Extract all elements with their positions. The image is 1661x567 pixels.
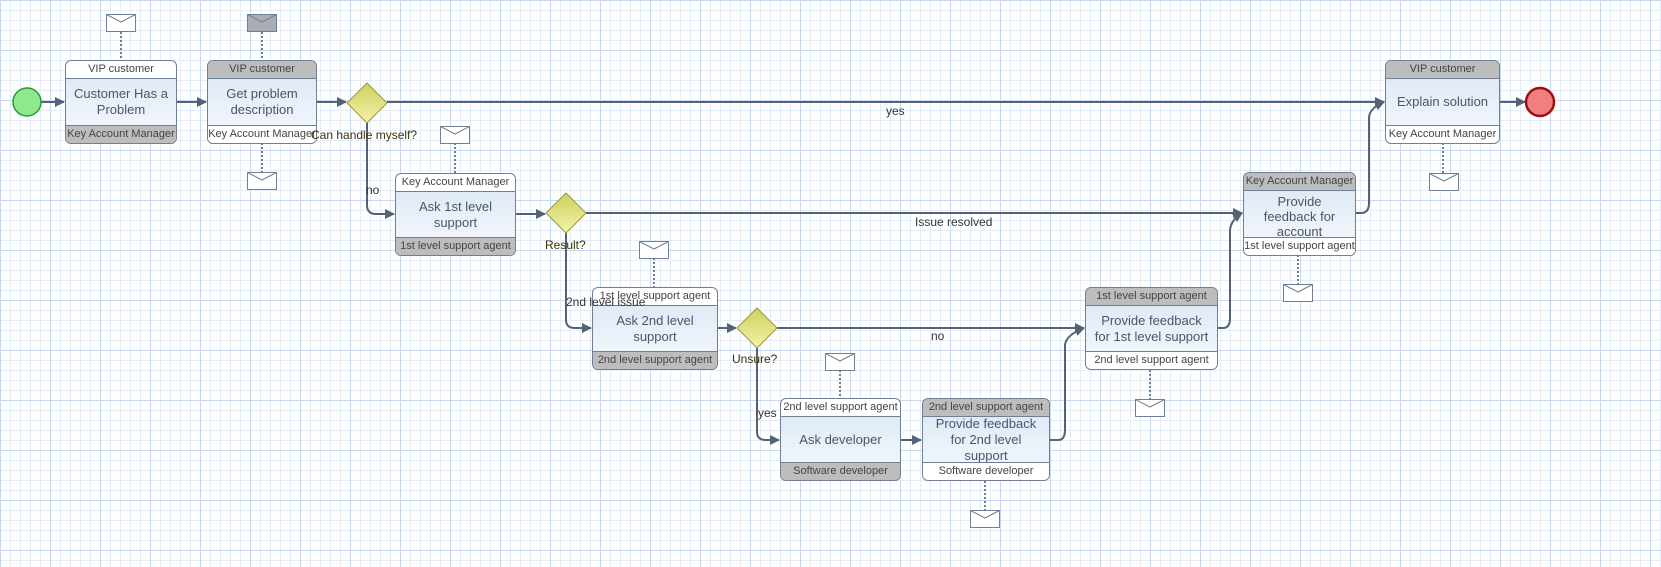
gateway-unsure [736,307,778,349]
edge-label: no [931,329,945,343]
task-ask-1st-level-support[interactable]: Key Account Manager Ask 1st level suppor… [395,173,516,256]
flow-fbam-to-explain [1356,100,1385,214]
envelope-icon [1429,173,1459,191]
task-name: Ask 2nd level support [616,312,694,344]
gateway-label: Result? [545,238,586,252]
initiating-participant: 2nd level support agent [781,399,900,417]
task-name: Get problem description [226,86,298,117]
envelope-icon [1135,399,1165,417]
edge-label: yes [886,104,905,118]
task-get-problem-description[interactable]: VIP customer Get problem description Key… [207,60,317,144]
task-name: Customer Has a Problem [74,86,168,117]
participant: 1st level support agent [396,237,515,255]
initiating-participant: Key Account Manager [208,125,316,143]
edge-label: no [366,183,380,197]
envelope-icon [1283,284,1313,302]
participant: 2nd level support agent [593,351,717,369]
task-explain-solution[interactable]: VIP customer Explain solution Key Accoun… [1385,60,1500,144]
initiating-participant: Key Account Manager [396,174,515,192]
task-name: Provide feedback for account manager [1263,194,1336,237]
envelope-icon [440,126,470,144]
edge-label: yes [758,406,777,420]
task-provide-feedback-2nd-level[interactable]: 2nd level support agent Provide feedback… [922,398,1050,481]
envelope-icon [825,353,855,371]
envelope-icon [639,241,669,259]
envelope-icon-shaded [247,14,277,32]
initiating-participant: Key Account Manager [1386,125,1499,143]
start-event [12,87,42,117]
participant: Key Account Manager [66,125,176,143]
participant: Key Account Manager [1244,173,1355,191]
end-event [1524,86,1556,118]
gateway-result [545,192,587,234]
participant: VIP customer [1386,61,1499,79]
choreography-canvas: VIP customer Customer Has a Problem Key … [0,0,1661,567]
initiating-participant: Software developer [923,462,1049,480]
participant: 1st level support agent [1086,288,1217,306]
envelope-icon [247,172,277,190]
initiating-participant: 1st level support agent [1244,237,1355,255]
edge-label: 2nd level issue [566,295,646,309]
task-customer-has-a-problem[interactable]: VIP customer Customer Has a Problem Key … [65,60,177,144]
envelope-icon [106,14,136,32]
task-name: Provide feedback for 1st level support [1094,312,1209,344]
participant: 2nd level support agent [923,399,1049,417]
flow-fb1-to-fbam [1218,212,1243,329]
task-name: Provide feedback for 2nd level support [935,417,1037,462]
task-name: Ask developer [799,431,882,447]
gateway-label: Can handle myself? [311,128,418,142]
task-name: Explain solution [1396,94,1489,109]
gateway-can-handle [346,82,388,124]
envelope-icon [970,510,1000,528]
flow-fb2-to-fb1 [1050,326,1085,441]
task-ask-developer[interactable]: 2nd level support agent Ask developer So… [780,398,901,481]
task-name: Ask 1st level support [419,198,492,230]
initiating-participant: 2nd level support agent [1086,351,1217,369]
task-provide-feedback-account-manager[interactable]: Key Account Manager Provide feedback for… [1243,172,1356,256]
participant: VIP customer [208,61,316,79]
gateway-label: Unsure? [732,352,778,366]
task-provide-feedback-1st-level[interactable]: 1st level support agent Provide feedback… [1085,287,1218,370]
participant: Software developer [781,462,900,480]
initiating-participant: VIP customer [66,61,176,79]
edge-label: Issue resolved [915,215,993,229]
